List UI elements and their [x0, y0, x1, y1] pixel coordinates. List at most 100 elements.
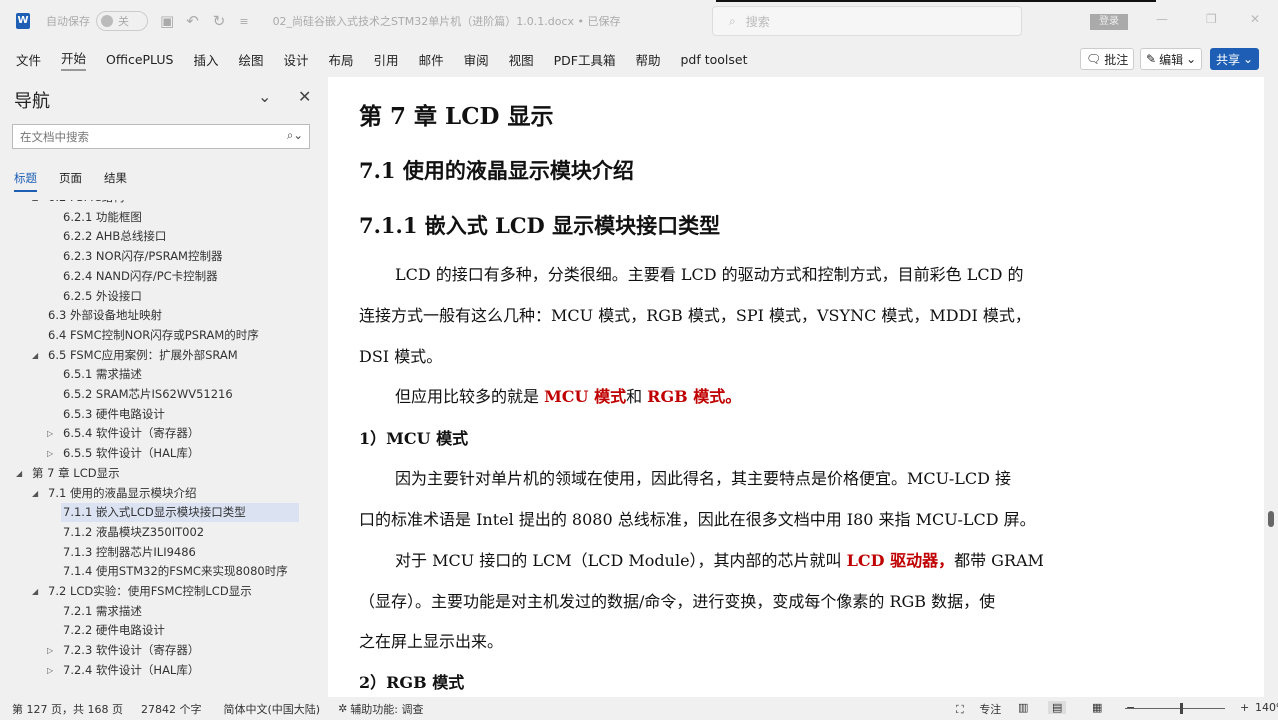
comment-icon: 🗨: [1086, 52, 1102, 66]
autosave-toggle[interactable]: 关: [96, 11, 148, 31]
nav-heading-item[interactable]: 7.1.4 使用STM32的FSMC来实现8080时序: [61, 562, 288, 581]
expand-toggle-icon[interactable]: ◢: [32, 582, 38, 601]
expand-toggle-icon[interactable]: ▷: [47, 641, 53, 660]
nav-heading-item[interactable]: 7.1.1 嵌入式LCD显示模块接口类型: [61, 503, 299, 523]
nav-heading-label: 7.2.2 硬件电路设计: [63, 623, 165, 638]
toggle-state: 关: [118, 15, 129, 28]
word-count[interactable]: 27842 个字: [141, 701, 202, 717]
tab-references[interactable]: 引用: [374, 50, 399, 69]
tab-officeplus[interactable]: OfficePLUS: [106, 52, 173, 67]
nav-heading-label: 6.2.5 外设接口: [63, 288, 142, 303]
edit-button[interactable]: ✎ 编辑 ⌄: [1140, 48, 1203, 70]
page-count[interactable]: 第 127 页，共 168 页: [12, 701, 123, 717]
tab-view[interactable]: 视图: [509, 50, 534, 69]
scrollbar-thumb[interactable]: [1268, 511, 1274, 527]
comment-button[interactable]: 🗨 批注: [1080, 48, 1135, 70]
divider: [716, 0, 1156, 2]
nav-heading-item[interactable]: ◢ 6.5 FSMC应用案例：扩展外部SRAM: [32, 346, 238, 365]
nav-heading-item[interactable]: 6.2.3 NOR闪存/PSRAM控制器: [61, 247, 222, 266]
nav-heading-item[interactable]: 6.2.5 外设接口: [61, 287, 142, 306]
nav-heading-item[interactable]: 7.2.2 硬件电路设计: [61, 621, 165, 640]
restore-icon[interactable]: ❐: [1206, 12, 1217, 26]
nav-heading-item[interactable]: ◢ 7.2 LCD实验：使用FSMC控制LCD显示: [32, 582, 252, 601]
focus-button[interactable]: ⛶ 专注: [956, 701, 1001, 717]
nav-heading-item[interactable]: 6.5.1 需求描述: [61, 365, 142, 384]
nav-options-icon[interactable]: ⌄: [258, 87, 271, 106]
nav-heading-label: 7.1.3 控制器芯片ILI9486: [63, 544, 196, 559]
accessibility-status[interactable]: 辅助功能: 调查: [350, 701, 423, 717]
paragraph-line: 但应用比较多的就是 MCU 模式和 RGB 模式。: [359, 383, 1085, 407]
heading-tree: ▲ 6.2 FSMC结构 6.2.1 功能框图 6.2.2 AHB总线接口 6.2.3 …: [0, 200, 322, 690]
nav-heading-item[interactable]: 7.1.3 控制器芯片ILI9486: [61, 543, 196, 562]
nav-heading-item[interactable]: ▷ 7.2.4 软件设计（HAL库）: [47, 661, 199, 680]
share-button[interactable]: 共享 ⌄: [1210, 48, 1260, 70]
nav-heading-item[interactable]: 7.1.2 液晶模块Z350IT002: [61, 523, 204, 542]
nav-heading-item[interactable]: ▲ 6.2 FSMC结构: [32, 200, 125, 207]
web-layout-icon[interactable]: ▦: [1092, 701, 1102, 714]
expand-toggle-icon[interactable]: ▲: [32, 200, 38, 207]
expand-toggle-icon[interactable]: ▷: [47, 661, 53, 680]
nav-heading-item[interactable]: 6.5.2 SRAM芯片IS62WV51216: [61, 385, 233, 404]
customize-icon[interactable]: ≡: [239, 15, 248, 28]
document-page: 第 7 章 LCD 显示 7.1 使用的液晶显示模块介绍 7.1.1 嵌入式 L…: [328, 77, 1264, 697]
nav-tab-pages[interactable]: 页面: [59, 170, 82, 192]
expand-toggle-icon[interactable]: ▷: [47, 424, 53, 443]
undo-icon[interactable]: ↶: [186, 12, 199, 30]
tab-mailings[interactable]: 邮件: [419, 50, 444, 69]
expand-toggle-icon[interactable]: ◢: [32, 346, 38, 365]
expand-toggle-icon[interactable]: ◢: [16, 464, 22, 483]
vertical-scrollbar[interactable]: [1265, 77, 1278, 697]
paragraph-line: 连接方式一般有这么几种：MCU 模式，RGB 模式，SPI 模式，VSYNC 模…: [359, 306, 1031, 325]
zoom-level[interactable]: 140%: [1255, 701, 1278, 714]
nav-heading-label: 6.3 外部设备地址映射: [48, 308, 162, 323]
nav-tab-headings[interactable]: 标题: [14, 170, 37, 192]
tab-layout[interactable]: 布局: [329, 50, 354, 69]
nav-heading-item[interactable]: ◢ 第 7 章 LCD显示: [16, 464, 120, 483]
minimize-icon[interactable]: —: [1156, 12, 1168, 26]
nav-heading-item[interactable]: ▷ 7.2.3 软件设计（寄存器）: [47, 641, 199, 660]
nav-heading-item[interactable]: 6.2.4 NAND闪存/PC卡控制器: [61, 267, 218, 286]
close-icon[interactable]: ✕: [1250, 12, 1260, 26]
tab-home[interactable]: 开始: [61, 48, 87, 71]
login-button[interactable]: 登录: [1090, 14, 1128, 30]
nav-heading-item[interactable]: 6.2.1 功能框图: [61, 208, 142, 227]
tab-pdf-toolset[interactable]: pdf toolset: [680, 52, 747, 67]
tab-design[interactable]: 设计: [284, 50, 309, 69]
highlight-text: LCD 驱动器，: [846, 551, 955, 570]
zoom-in-button[interactable]: +: [1240, 701, 1249, 714]
highlight-text: MCU 模式: [544, 387, 627, 406]
read-mode-icon[interactable]: ▥: [1018, 701, 1028, 714]
expand-toggle-icon[interactable]: ▷: [47, 444, 53, 463]
autosave-label: 自动保存: [46, 15, 90, 28]
print-layout-icon[interactable]: ▤: [1048, 701, 1067, 714]
tab-help[interactable]: 帮助: [635, 50, 660, 69]
nav-search-input[interactable]: 在文档中搜索 ⌕⌄: [12, 124, 310, 149]
tab-pdf-toolbox[interactable]: PDF工具箱: [554, 50, 616, 69]
nav-heading-item[interactable]: 6.3 外部设备地址映射: [46, 306, 162, 325]
zoom-slider[interactable]: [1125, 703, 1225, 714]
tab-draw[interactable]: 绘图: [239, 50, 264, 69]
nav-heading-item[interactable]: 6.2.2 AHB总线接口: [61, 227, 166, 246]
nav-heading-item[interactable]: 6.4 FSMC控制NOR闪存或PSRAM的时序: [46, 326, 259, 345]
nav-tab-results[interactable]: 结果: [104, 170, 127, 192]
share-label: 共享: [1216, 52, 1241, 67]
nav-heading-item[interactable]: ▷ 6.5.5 软件设计（HAL库）: [47, 444, 199, 463]
focus-label: 专注: [979, 703, 1002, 716]
language[interactable]: 简体中文(中国大陆): [223, 701, 320, 717]
nav-heading-item[interactable]: ▷ 6.5.4 软件设计（寄存器）: [47, 424, 199, 443]
tab-file[interactable]: 文件: [16, 50, 41, 69]
subsection-heading: 7.1.1 嵌入式 LCD 显示模块接口类型: [359, 213, 721, 238]
search-icon[interactable]: ⌕⌄: [287, 128, 303, 143]
zoom-slider-thumb[interactable]: [1180, 703, 1183, 714]
redo-icon[interactable]: ↻: [213, 12, 226, 30]
nav-heading-item[interactable]: ◢ 7.1 使用的液晶显示模块介绍: [32, 484, 196, 503]
tab-review[interactable]: 审阅: [464, 50, 489, 69]
nav-heading-label: 6.4 FSMC控制NOR闪存或PSRAM的时序: [48, 327, 259, 342]
nav-heading-item[interactable]: 6.5.3 硬件电路设计: [61, 405, 165, 424]
tab-insert[interactable]: 插入: [193, 50, 218, 69]
expand-toggle-icon[interactable]: ◢: [32, 484, 38, 503]
nav-close-icon[interactable]: ✕: [298, 87, 311, 106]
search-input[interactable]: ⌕ 搜索: [712, 6, 1022, 36]
nav-heading-item[interactable]: 7.2.1 需求描述: [61, 602, 142, 621]
save-icon[interactable]: ▣: [160, 12, 174, 30]
